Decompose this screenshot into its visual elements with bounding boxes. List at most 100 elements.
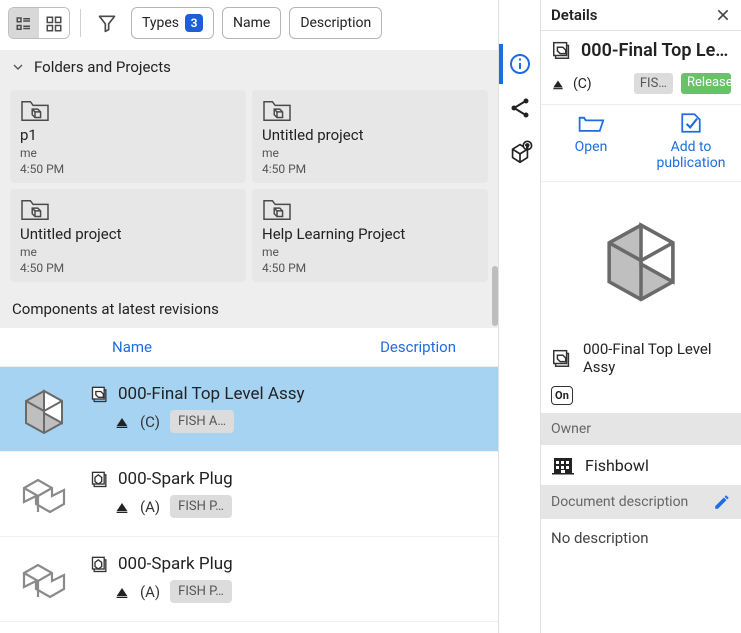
component-row[interactable]: 000-Final Top Level Assy (C) FISH A… (0, 367, 498, 452)
add-publication-label: Add to publication (647, 139, 735, 171)
folder-box-icon (20, 98, 236, 124)
view-list-button[interactable] (9, 8, 39, 39)
assembly-tab-icon (551, 39, 573, 61)
tab-where-used[interactable]: ? (499, 132, 537, 172)
main-panel: Types 3 Name Description Folders and Pro… (0, 0, 499, 633)
component-tag: FISH P… (170, 580, 232, 603)
tab-info[interactable] (499, 44, 537, 84)
component-row[interactable]: 000-Spark Plug (A) FISH P… (0, 537, 498, 622)
open-action[interactable]: Open (541, 111, 641, 171)
details-title: 000-Final Top Lev… (581, 40, 731, 61)
close-icon (715, 7, 731, 23)
description-label-text: Document description (551, 494, 688, 510)
details-tag: FIS… (634, 73, 673, 94)
folder-card[interactable]: Help Learning Project me 4:50 PM (252, 189, 488, 282)
tab-share[interactable] (499, 88, 537, 128)
filter-chip-description-label: Description (300, 15, 371, 31)
scrollbar-hint[interactable] (492, 266, 498, 326)
folders-section-title: Folders and Projects (34, 58, 171, 76)
folders-section-header[interactable]: Folders and Projects (0, 50, 498, 84)
view-toggle (8, 7, 70, 39)
details-header: Details (541, 0, 741, 31)
edit-description-button[interactable] (713, 493, 731, 511)
component-name: 000-Final Top Level Assy (118, 384, 305, 404)
details-full-name-row: 000-Final Top Level Assy (541, 332, 741, 384)
folder-time: 4:50 PM (262, 261, 478, 275)
add-publication-icon (677, 111, 705, 135)
owner-name: Fishbowl (585, 456, 649, 475)
pencil-icon (713, 493, 731, 511)
toolbar-divider (80, 9, 81, 37)
details-full-name: 000-Final Top Level Assy (583, 340, 731, 376)
open-folder-icon (577, 111, 605, 135)
details-panel: Details 000-Final Top Lev… (C) FIS… Rele… (541, 0, 741, 633)
folder-owner: me (20, 245, 236, 259)
folder-owner: me (262, 245, 478, 259)
folder-card[interactable]: p1 me 4:50 PM (10, 90, 246, 183)
component-tag: FISH P… (170, 495, 232, 518)
folder-owner: me (262, 146, 478, 160)
revision-icon (114, 584, 130, 600)
folder-time: 4:50 PM (20, 162, 236, 176)
filter-chip-name[interactable]: Name (222, 7, 281, 39)
components-columns-header: Name Description (0, 328, 498, 367)
view-grid-button[interactable] (39, 8, 69, 39)
folder-owner: me (20, 146, 236, 160)
column-name[interactable]: Name (112, 338, 232, 356)
close-button[interactable] (715, 7, 731, 23)
component-rev: (A) (140, 498, 160, 516)
folder-title: Untitled project (262, 126, 478, 144)
component-body: 000-Spark Plug (A) FISH P… (90, 554, 486, 603)
component-name: 000-Spark Plug (118, 554, 233, 574)
owner-label-text: Owner (551, 421, 591, 437)
assembly-tab-icon (551, 347, 573, 369)
add-to-publication-action[interactable]: Add to publication (641, 111, 741, 171)
column-description[interactable]: Description (380, 338, 456, 356)
folder-box-icon (262, 197, 478, 223)
open-label: Open (575, 139, 608, 155)
revision-icon (114, 414, 130, 430)
details-status: Released (681, 73, 731, 93)
folders-grid: p1 me 4:50 PM Untitled project me 4:50 P… (10, 90, 488, 282)
details-provider-row: On (541, 384, 741, 413)
details-title-row: 000-Final Top Lev… (541, 31, 741, 69)
assembly-tab-icon (90, 384, 110, 404)
filter-chip-types-count: 3 (185, 14, 203, 32)
component-rev: (C) (140, 413, 160, 431)
details-rev: (C) (573, 76, 592, 92)
details-actions: Open Add to publication (541, 104, 741, 182)
folder-card[interactable]: Untitled project me 4:50 PM (10, 189, 246, 282)
components-section-title: Components at latest revisions (0, 290, 498, 328)
component-body: 000-Spark Plug (A) FISH P… (90, 469, 486, 518)
revision-icon (114, 499, 130, 515)
revision-icon (551, 77, 565, 91)
details-thumbnail (541, 182, 741, 332)
svg-text:?: ? (525, 142, 528, 150)
details-tags: (C) FIS… Released (541, 69, 741, 104)
onshape-badge: On (551, 386, 573, 405)
component-thumbnail (12, 551, 76, 607)
building-icon (551, 453, 575, 477)
vertical-tab-bar: ? (499, 0, 541, 633)
description-section-label: Document description (541, 485, 741, 519)
component-body: 000-Final Top Level Assy (C) FISH A… (90, 384, 486, 433)
part-tab-icon (90, 469, 110, 489)
component-row[interactable]: 000-Spark Plug (A) FISH P… (0, 452, 498, 537)
filter-button[interactable] (91, 7, 123, 39)
owner-row: Fishbowl (541, 445, 741, 485)
component-thumbnail (12, 466, 76, 522)
folders-cards-area: p1 me 4:50 PM Untitled project me 4:50 P… (0, 84, 498, 290)
folder-box-icon (20, 197, 236, 223)
folder-time: 4:50 PM (262, 162, 478, 176)
details-header-label: Details (551, 6, 597, 24)
component-thumbnail (12, 381, 76, 437)
folder-title: Untitled project (20, 225, 236, 243)
filter-chip-description[interactable]: Description (289, 7, 382, 39)
filter-chip-types-label: Types (142, 15, 179, 31)
part-tab-icon (90, 554, 110, 574)
toolbar: Types 3 Name Description (0, 0, 498, 50)
folder-card[interactable]: Untitled project me 4:50 PM (252, 90, 488, 183)
filter-chip-types[interactable]: Types 3 (131, 7, 214, 39)
filter-chip-name-label: Name (233, 15, 270, 31)
component-rev: (A) (140, 583, 160, 601)
